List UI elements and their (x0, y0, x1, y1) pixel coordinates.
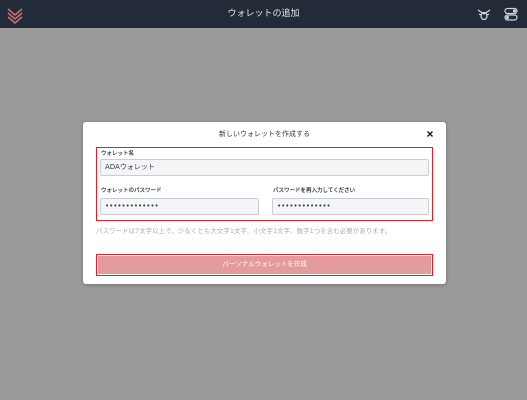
top-bar: ウォレットの追加 (0, 0, 527, 28)
settings-toggle-icon[interactable] (503, 6, 519, 22)
password-hint: パスワードは7文字以上で、少なくとも大文字1文字、小文字1文字、数字1つを含む必… (96, 227, 392, 235)
repeat-password-input[interactable]: ••••••••••••• (272, 198, 429, 215)
page-title: ウォレットの追加 (227, 9, 300, 19)
wallet-fields-group: ウォレット名 ADAウォレット ウォレットのパスワード ••••••••••••… (96, 147, 433, 221)
dialog-title: 新しいウォレットを作成する (219, 130, 310, 138)
repeat-password-label: パスワードを再入力してください (273, 188, 356, 194)
password-label: ウォレットのパスワード (101, 188, 162, 194)
create-wallet-button[interactable]: パーソナルウォレットを作成 (96, 254, 433, 276)
bug-report-icon[interactable] (476, 6, 492, 22)
wallet-name-input[interactable]: ADAウォレット (100, 159, 429, 176)
create-wallet-button-label: パーソナルウォレットを作成 (98, 256, 431, 274)
password-input[interactable]: ••••••••••••• (100, 198, 259, 215)
create-wallet-dialog: 新しいウォレットを作成する ウォレット名 ADAウォレット ウォレットのパスワー… (83, 122, 446, 284)
wallet-name-label: ウォレット名 (101, 151, 135, 157)
close-icon[interactable] (424, 128, 436, 140)
